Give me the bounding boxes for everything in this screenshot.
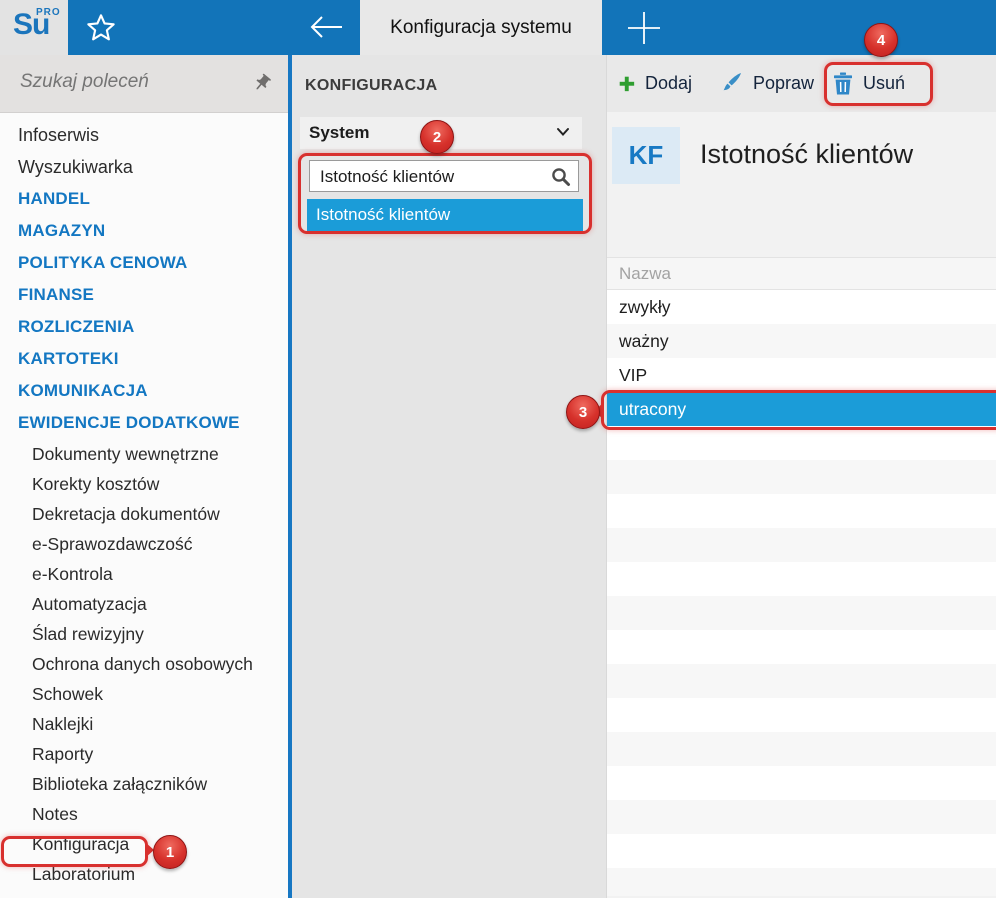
pin-icon[interactable] — [248, 69, 276, 97]
sidebar-item-finanse[interactable]: FINANSE — [0, 279, 288, 311]
trash-icon — [833, 72, 853, 95]
sidebar-item-kartoteki[interactable]: KARTOTEKI — [0, 343, 288, 375]
module-badge-text: KF — [628, 140, 664, 170]
sidebar-item-komunikacja[interactable]: KOMUNIKACJA — [0, 375, 288, 407]
module-badge: KF — [612, 127, 680, 184]
sidebar-item-rozliczenia[interactable]: ROZLICZENIA — [0, 311, 288, 343]
tab-konfiguracja-systemu[interactable]: Konfiguracja systemu — [360, 0, 602, 55]
edit-button[interactable]: Popraw — [713, 64, 820, 102]
delete-button[interactable]: Usuń — [827, 64, 911, 102]
table-row-vip[interactable]: VIP — [607, 358, 996, 392]
back-arrow-icon[interactable] — [306, 13, 348, 43]
sidebar-item-magazyn[interactable]: MAGAZYN — [0, 215, 288, 247]
app-logo[interactable]: Su PRO — [0, 0, 68, 55]
page-title: Istotność klientów — [700, 139, 914, 169]
sidebar: InfoserwisWyszukiwarkaHANDELMAGAZYNPOLIT… — [0, 55, 288, 898]
sidebar-item-slad-rewizyjny[interactable]: Ślad rewizyjny — [0, 619, 288, 649]
add-button[interactable]: Dodaj — [612, 64, 698, 102]
sidebar-item-dekretacja-dokumentow[interactable]: Dekretacja dokumentów — [0, 499, 288, 529]
edit-button-label: Popraw — [753, 72, 815, 93]
table-row-wazny[interactable]: ważny — [607, 324, 996, 358]
table-empty-stripes — [607, 426, 996, 896]
sidebar-item-infoserwis[interactable]: Infoserwis — [0, 119, 288, 151]
sidebar-item-automatyzacja[interactable]: Automatyzacja — [0, 589, 288, 619]
items-table: Nazwa zwykły ważny VIP utracony — [607, 257, 996, 896]
command-search-input[interactable] — [18, 70, 232, 94]
plus-icon — [618, 75, 635, 92]
chevron-down-icon — [556, 127, 570, 137]
sidebar-item-e-sprawozdawczosc[interactable]: e-Sprawozdawczość — [0, 529, 288, 559]
logo-pro-label: PRO — [36, 7, 61, 18]
category-dropdown-value: System — [309, 123, 370, 142]
sidebar-item-konfiguracja[interactable]: Konfiguracja — [0, 829, 288, 859]
tab-title: Konfiguracja systemu — [390, 16, 572, 38]
search-icon[interactable] — [550, 166, 572, 188]
delete-button-label: Usuń — [863, 72, 906, 93]
sidebar-item-ewidencje-dodatkowe[interactable]: EWIDENCJE DODATKOWE — [0, 407, 288, 439]
sidebar-item-wyszukiwarka[interactable]: Wyszukiwarka — [0, 151, 288, 183]
category-dropdown[interactable]: System — [300, 117, 582, 149]
sidebar-item-polityka-cenowa[interactable]: POLITYKA CENOWA — [0, 247, 288, 279]
column-header-nazwa: Nazwa — [619, 263, 671, 283]
brush-icon — [719, 71, 743, 95]
sidebar-item-dokumenty-wewnetrzne[interactable]: Dokumenty wewnętrzne — [0, 439, 288, 469]
sidebar-item-handel[interactable]: HANDEL — [0, 183, 288, 215]
toolbar: Dodaj Popraw Usuń — [607, 55, 996, 112]
main-panel: Dodaj Popraw Usuń KF Istotność klientów … — [607, 55, 996, 898]
sidebar-item-notes[interactable]: Notes — [0, 799, 288, 829]
config-filter-box — [309, 160, 579, 192]
configuration-panel: KONFIGURACJA System Istotność klientów — [292, 55, 607, 898]
table-row-utracony[interactable]: utracony — [607, 392, 996, 426]
sidebar-item-schowek[interactable]: Schowek — [0, 679, 288, 709]
sidebar-item-biblioteka-za-acznikow[interactable]: Biblioteka załączników — [0, 769, 288, 799]
table-body: zwykły ważny VIP utracony — [607, 290, 996, 426]
sidebar-item-korekty-kosztow[interactable]: Korekty kosztów — [0, 469, 288, 499]
add-button-label: Dodaj — [645, 72, 693, 93]
sidebar-item-ochrona-danych-osobowych[interactable]: Ochrona danych osobowych — [0, 649, 288, 679]
sidebar-item-naklejki[interactable]: Naklejki — [0, 709, 288, 739]
config-filter-input[interactable] — [318, 164, 542, 190]
command-search-bar — [0, 55, 288, 113]
sidebar-item-e-kontrola[interactable]: e-Kontrola — [0, 559, 288, 589]
config-result-label: Istotność klientów — [316, 205, 451, 224]
favorites-star-icon[interactable] — [84, 12, 120, 44]
config-result-item-selected[interactable]: Istotność klientów — [307, 199, 583, 231]
new-tab-plus-icon[interactable] — [620, 10, 668, 46]
configuration-panel-title: KONFIGURACJA — [305, 77, 438, 94]
app-window: Su PRO Konfiguracja systemu Szukaj polec… — [0, 0, 996, 898]
sidebar-menu: Infoserwis Wyszukiwarka HANDEL MAGAZYN POLIT… — [0, 119, 288, 889]
top-bar: Su PRO Konfiguracja systemu — [0, 0, 996, 55]
sidebar-item-laboratorium[interactable]: Laboratorium — [0, 859, 288, 889]
table-row-zwyk-y[interactable]: zwykły — [607, 290, 996, 324]
table-header[interactable]: Nazwa — [607, 257, 996, 290]
sidebar-item-raporty[interactable]: Raporty — [0, 739, 288, 769]
